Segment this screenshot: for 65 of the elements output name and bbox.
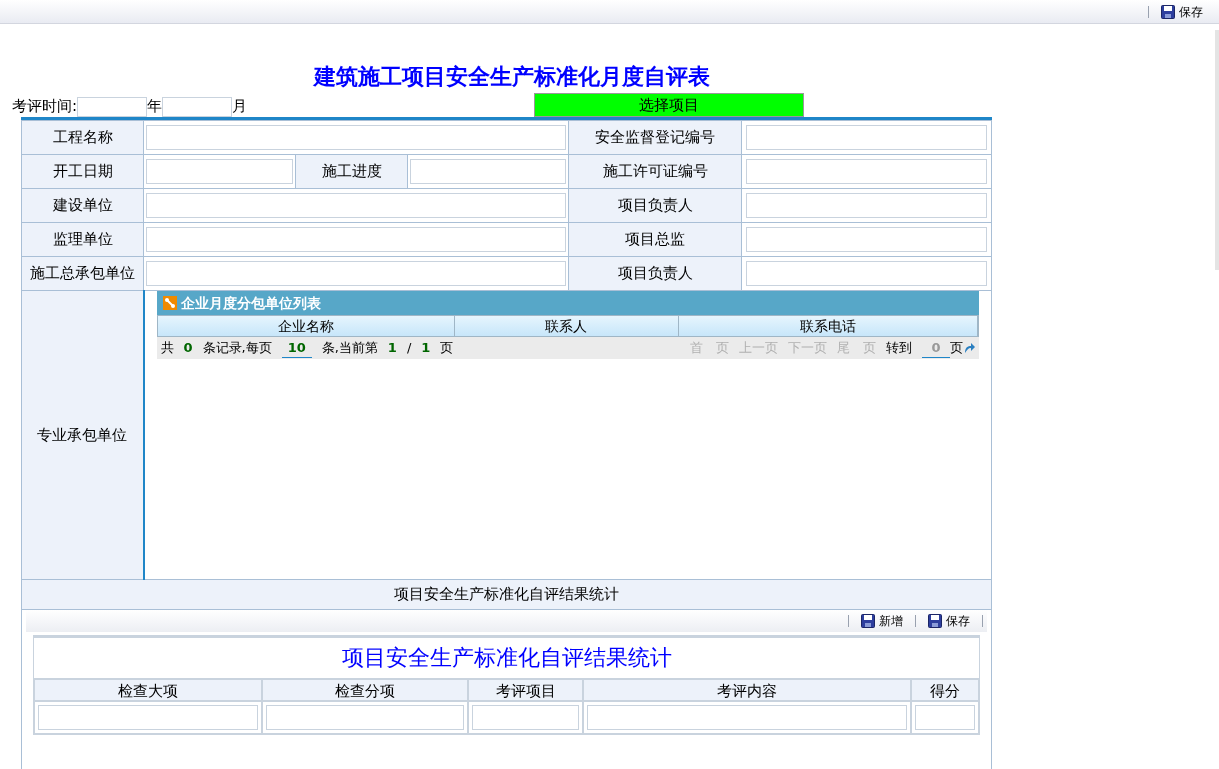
input-field[interactable] (472, 705, 579, 730)
input-field[interactable] (146, 193, 566, 218)
form-title: 建筑施工项目安全生产标准化月度自评表 (312, 62, 711, 91)
select-project-button[interactable]: 选择项目 (534, 93, 805, 117)
save-button[interactable]: 保存 (1153, 2, 1211, 21)
column-header: 联系人 (454, 316, 679, 336)
field-label: 项目负责人 (568, 256, 742, 291)
input-field[interactable] (587, 705, 907, 730)
column-header: 考评项目 (468, 679, 583, 701)
year-field[interactable] (77, 97, 148, 117)
field-label: 监理单位 (21, 222, 144, 257)
input-field[interactable] (410, 159, 566, 184)
pager-text: 页 (440, 339, 454, 358)
field-label: 安全监督登记编号 (568, 120, 742, 155)
column-header: 检查大项 (34, 679, 262, 701)
field-label: 工程名称 (21, 120, 144, 155)
stats-title: 项目安全生产标准化自评结果统计 (340, 644, 673, 672)
input-field[interactable] (746, 159, 987, 184)
input-field[interactable] (146, 227, 566, 252)
go-arrow-icon[interactable] (963, 342, 975, 354)
input-field[interactable] (746, 261, 987, 286)
page-size-field[interactable]: 10 (281, 337, 312, 359)
input-field[interactable] (146, 261, 566, 286)
goto-unit: 页 (950, 339, 963, 358)
save-icon (928, 614, 942, 628)
column-header: 得分 (911, 679, 979, 701)
column-header: 考评内容 (583, 679, 911, 701)
field-label: 施工总承包单位 (21, 256, 144, 291)
input-field[interactable] (746, 125, 987, 150)
pager-number: 1 (421, 339, 431, 358)
pager-text: 条记录,每页 (202, 339, 272, 358)
year-unit: 年 (147, 95, 163, 117)
field-label: 开工日期 (21, 154, 144, 189)
input-field[interactable] (146, 125, 566, 150)
column-header: 企业名称 (157, 316, 455, 336)
month-unit: 月 (232, 95, 248, 117)
save-button[interactable]: 新增 (853, 612, 911, 630)
goto-label: 转到 (886, 339, 912, 358)
save-icon (861, 614, 875, 628)
pager-number: 1 (387, 339, 397, 358)
month-field[interactable] (162, 97, 233, 117)
pager-text: 条,当前第 (321, 339, 378, 358)
input-field[interactable] (746, 193, 987, 218)
field-label: 施工进度 (295, 154, 408, 189)
column-header: 检查分项 (262, 679, 468, 701)
input-field[interactable] (266, 705, 464, 730)
column-header: 联系电话 (678, 316, 978, 336)
section-header: 项目安全生产标准化自评结果统计 (21, 579, 992, 610)
field-label: 建设单位 (21, 188, 144, 223)
field-label: 施工许可证编号 (568, 154, 742, 189)
input-field[interactable] (146, 159, 293, 184)
save-icon (1161, 4, 1175, 19)
save-button[interactable]: 保存 (920, 612, 978, 630)
grid-title: 企业月度分包单位列表 (180, 293, 321, 313)
input-field[interactable] (915, 705, 975, 730)
field-label: 项目负责人 (568, 188, 742, 223)
pager-text: / (406, 339, 412, 358)
input-field[interactable] (746, 227, 987, 252)
grid-icon (162, 296, 177, 310)
field-label: 专业承包单位 (21, 290, 144, 580)
period-label: 考评时间: (12, 95, 78, 117)
pager-text: 共 (160, 339, 174, 358)
pager-number: 0 (183, 339, 193, 358)
field-label: 项目总监 (568, 222, 742, 257)
input-field[interactable] (38, 705, 258, 730)
